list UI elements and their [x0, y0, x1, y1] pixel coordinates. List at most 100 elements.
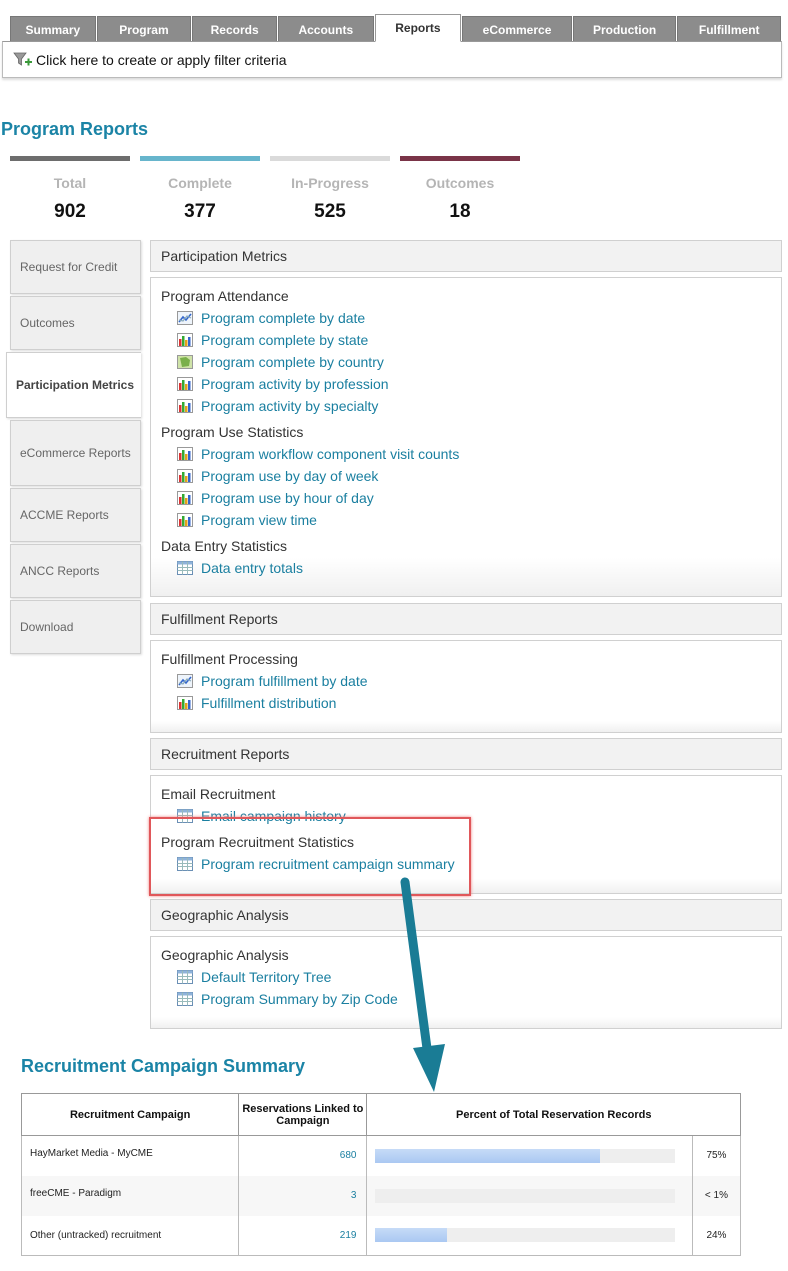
percent-bar-cell — [366, 1215, 693, 1256]
campaign-name: freeCME - Paradigm — [20, 1175, 240, 1216]
link-label: Program use by hour of day — [201, 490, 374, 506]
table-row: freeCME - Paradigm 3 < 1% — [20, 1175, 742, 1216]
col-reservations: Reservations Linked to Campaign — [238, 1093, 368, 1136]
callout-arrow-icon — [400, 877, 445, 1092]
campaign-summary-table: Recruitment Campaign Reservations Linked… — [20, 1093, 742, 1256]
tab-program[interactable]: Program — [96, 16, 192, 42]
link-label: Program workflow component visit counts — [201, 446, 460, 462]
link-program-activity-by-specialty[interactable]: Program activity by specialty — [177, 395, 781, 417]
reservation-count[interactable]: 3 — [238, 1175, 368, 1216]
stat-bar — [270, 156, 390, 161]
link-label: Program activity by specialty — [201, 398, 379, 414]
reservation-count[interactable]: 680 — [238, 1135, 368, 1176]
table-row: HayMarket Media - MyCME 680 75% — [20, 1135, 742, 1176]
link-label: Program activity by profession — [201, 376, 389, 392]
bar-chart-icon — [177, 513, 193, 527]
nav-participation-metrics[interactable]: Participation Metrics — [6, 352, 141, 418]
link-program-use-by-hour-of-day[interactable]: Program use by hour of day — [177, 487, 781, 509]
campaign-summary-title: Recruitment Campaign Summary — [21, 1056, 306, 1076]
nav-ecommerce-reports[interactable]: eCommerce Reports — [10, 420, 141, 486]
link-program-complete-by-country[interactable]: Program complete by country — [177, 351, 781, 373]
stat-bar — [140, 156, 260, 161]
link-program-view-time[interactable]: Program view time — [177, 509, 781, 531]
stat-in-progress: In-Progress 525 — [270, 156, 390, 223]
link-program-complete-by-date[interactable]: Program complete by date — [177, 307, 781, 329]
stat-label: In-Progress — [291, 175, 369, 191]
stat-complete: Complete 377 — [140, 156, 260, 223]
link-program-use-by-day-of-week[interactable]: Program use by day of week — [177, 465, 781, 487]
bar-chart-icon — [177, 491, 193, 505]
top-tabs: Summary Program Records Accounts Reports… — [10, 14, 782, 42]
stat-label: Outcomes — [425, 175, 495, 191]
nav-outcomes[interactable]: Outcomes — [10, 296, 141, 350]
tab-accounts[interactable]: Accounts — [277, 16, 374, 42]
link-program-complete-by-state[interactable]: Program complete by state — [177, 329, 781, 351]
nav-download[interactable]: Download — [10, 600, 141, 654]
fulfillment-reports-panel: Fulfillment Processing Program fulfillme… — [150, 640, 782, 733]
link-workflow-component-visit-counts[interactable]: Program workflow component visit counts — [177, 443, 781, 465]
tab-records[interactable]: Records — [192, 16, 277, 42]
bar-chart-icon — [177, 377, 193, 391]
table-icon — [177, 970, 193, 984]
campaign-name: Other (untracked) recruitment — [20, 1215, 240, 1256]
table-icon — [177, 561, 193, 575]
reservation-count[interactable]: 219 — [238, 1215, 368, 1256]
link-label: Program Summary by Zip Code — [201, 991, 398, 1007]
map-chart-icon — [177, 355, 193, 369]
percent-value: 75% — [691, 1135, 742, 1176]
stat-label: Complete — [168, 175, 232, 191]
group-fulfillment-processing: Fulfillment Processing — [161, 651, 298, 667]
participation-metrics-header: Participation Metrics — [150, 240, 782, 272]
stat-value: 525 — [314, 201, 346, 222]
filter-add-icon — [13, 51, 33, 69]
geographic-analysis-header: Geographic Analysis — [150, 899, 782, 931]
percent-bar — [375, 1148, 676, 1163]
percent-value: < 1% — [691, 1175, 742, 1216]
percent-bar — [375, 1228, 676, 1243]
link-fulfillment-distribution[interactable]: Fulfillment distribution — [177, 692, 781, 714]
nav-request-for-credit[interactable]: Request for Credit — [10, 240, 141, 294]
link-label: Program complete by date — [201, 310, 366, 326]
page-title: Program Reports — [1, 119, 149, 139]
col-percent: Percent of Total Reservation Records — [366, 1093, 741, 1136]
table-row: Other (untracked) recruitment 219 24% — [20, 1215, 742, 1256]
line-chart-icon — [177, 311, 193, 325]
filter-text: Click here to create or apply filter cri… — [36, 51, 287, 68]
tab-ecommerce[interactable]: eCommerce — [462, 16, 572, 42]
stat-label: Total — [53, 175, 87, 191]
group-geographic-analysis: Geographic Analysis — [161, 947, 289, 963]
bar-chart-icon — [177, 447, 193, 461]
bar-chart-icon — [177, 469, 193, 483]
link-label: Default Territory Tree — [201, 969, 332, 985]
fulfillment-reports-header: Fulfillment Reports — [150, 603, 782, 635]
link-program-fulfillment-by-date[interactable]: Program fulfillment by date — [177, 670, 781, 692]
stat-bar — [400, 156, 520, 161]
line-chart-icon — [177, 674, 193, 688]
link-label: Program complete by state — [201, 332, 369, 348]
filter-bar[interactable]: Click here to create or apply filter cri… — [2, 41, 782, 78]
link-program-summary-by-zip-code[interactable]: Program Summary by Zip Code — [177, 988, 781, 1010]
link-label: Program complete by country — [201, 354, 384, 370]
link-label: Program use by day of week — [201, 468, 379, 484]
nav-accme-reports[interactable]: ACCME Reports — [10, 488, 141, 542]
percent-bar — [375, 1188, 676, 1203]
link-data-entry-totals[interactable]: Data entry totals — [177, 557, 781, 579]
report-category-nav: Request for Credit Outcomes Participatio… — [6, 240, 141, 656]
group-email-recruitment: Email Recruitment — [161, 786, 276, 802]
group-program-use-statistics: Program Use Statistics — [161, 424, 304, 440]
link-default-territory-tree[interactable]: Default Territory Tree — [177, 966, 781, 988]
table-header-row: Recruitment Campaign Reservations Linked… — [20, 1093, 741, 1136]
bar-chart-icon — [177, 333, 193, 347]
tab-summary[interactable]: Summary — [10, 16, 96, 42]
stat-bar — [10, 156, 130, 161]
recruitment-reports-header: Recruitment Reports — [150, 738, 782, 770]
percent-bar-fill — [375, 1148, 601, 1163]
nav-ancc-reports[interactable]: ANCC Reports — [10, 544, 141, 598]
stat-value: 377 — [184, 201, 216, 222]
tab-production[interactable]: Production — [572, 16, 677, 42]
tab-fulfillment[interactable]: Fulfillment — [677, 16, 781, 42]
link-program-activity-by-profession[interactable]: Program activity by profession — [177, 373, 781, 395]
group-data-entry-statistics: Data Entry Statistics — [161, 538, 288, 554]
participation-metrics-panel: Program Attendance Program complete by d… — [150, 277, 782, 597]
tab-reports[interactable]: Reports — [374, 14, 462, 42]
